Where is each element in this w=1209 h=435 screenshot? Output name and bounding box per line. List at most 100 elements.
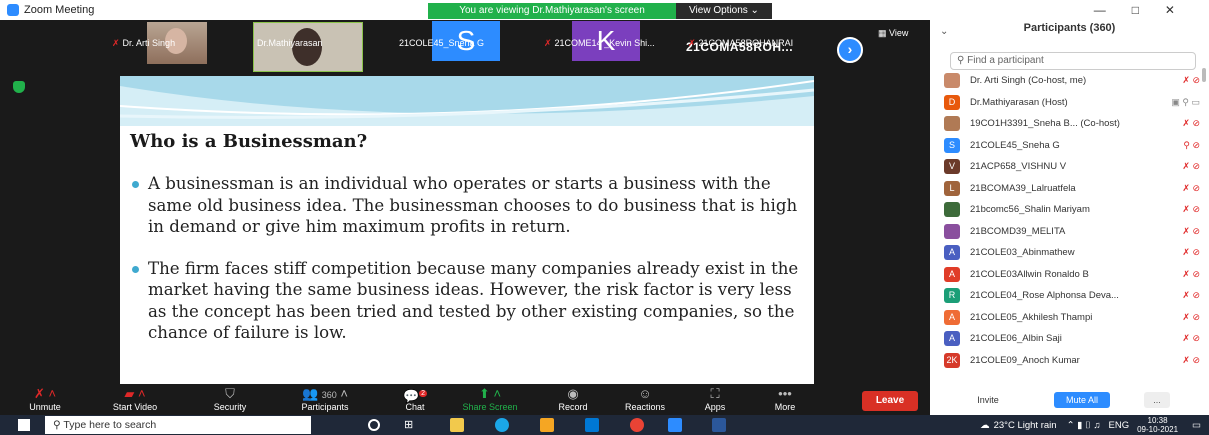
participant-row[interactable]: 21BCOMD39_MELITA ✗ ⊘ [944, 221, 1200, 243]
participant-name: 21COLE04_Rose Alphonsa Deva... [970, 290, 1119, 302]
participant-row[interactable]: R 21COLE04_Rose Alphonsa Deva... ✗ ⊘ [944, 285, 1200, 307]
mic-video-status-icon[interactable]: ✗ ⊘ [1160, 290, 1200, 301]
mic-muted-icon: ✗ [544, 38, 552, 48]
mic-video-status-icon[interactable]: ▣ ⚲ ▭ [1160, 97, 1200, 108]
participants-button[interactable]: 👥 360 ˄ Participants [285, 385, 365, 415]
mic-video-status-icon[interactable]: ✗ ⊘ [1160, 226, 1200, 237]
mic-video-status-icon[interactable]: ✗ ⊘ [1160, 355, 1200, 366]
participant-search-input[interactable]: ⚲ Find a participant [950, 52, 1196, 70]
panel-more-button[interactable]: ... [1144, 392, 1170, 408]
word-icon[interactable] [712, 418, 726, 432]
share-screen-icon: ⬆ ˄ [478, 386, 502, 401]
record-icon: ◉ [567, 386, 579, 401]
thumb-label-1: ✗ Dr. Arti Singh [112, 38, 176, 48]
participant-name: 21COLE03Allwin Ronaldo B [970, 268, 1089, 280]
avatar [944, 202, 960, 218]
thumb-label-2: Dr.Mathiyarasan [257, 38, 323, 48]
mic-off-icon: ✗ ˄ [33, 386, 57, 401]
participant-name: 21ACP658_VISHNU V [970, 161, 1067, 173]
participant-row[interactable]: 2K 21COLE09_Anoch Kumar ✗ ⊘ [944, 350, 1200, 372]
window-controls[interactable]: —□✕ [1094, 3, 1201, 17]
more-button[interactable]: ••• More [765, 385, 805, 415]
tray-icons[interactable]: ⌃ ▮ ⌷ ♫ [1067, 420, 1101, 431]
language-indicator[interactable]: ENG [1109, 420, 1130, 431]
window-title: Zoom Meeting [24, 4, 95, 16]
participant-row[interactable]: V 21ACP658_VISHNU V ✗ ⊘ [944, 156, 1200, 178]
participant-row[interactable]: 21bcomc56_Shalin Mariyam ✗ ⊘ [944, 199, 1200, 221]
participant-name: 21COLE09_Anoch Kumar [970, 354, 1080, 366]
next-page-button[interactable]: › [837, 37, 863, 63]
mic-video-status-icon[interactable]: ✗ ⊘ [1160, 118, 1200, 129]
mail-icon[interactable] [585, 418, 599, 432]
participant-name: 21COLE03_Abinmathew [970, 247, 1075, 259]
avatar: A [944, 309, 960, 325]
mic-video-status-icon[interactable]: ✗ ⊘ [1160, 312, 1200, 323]
avatar [944, 116, 960, 132]
participant-row[interactable]: A 21COLE03_Abinmathew ✗ ⊘ [944, 242, 1200, 264]
invite-button[interactable]: Invite [970, 392, 1006, 408]
store-icon[interactable] [540, 418, 554, 432]
task-view-icon[interactable]: ⊞ [404, 418, 418, 432]
mic-video-status-icon[interactable]: ✗ ⊘ [1160, 75, 1200, 86]
presentation-slide: Who is a Businessman? A businessman is a… [120, 76, 814, 384]
slide-bullets: A businessman is an individual who opera… [132, 173, 802, 364]
leave-button[interactable]: Leave [862, 391, 918, 411]
participant-row[interactable]: A 21COLE06_Albin Saji ✗ ⊘ [944, 328, 1200, 350]
avatar: L [944, 180, 960, 196]
mic-video-status-icon[interactable]: ✗ ⊘ [1160, 204, 1200, 215]
view-button[interactable]: ▦ View [878, 28, 908, 39]
mic-video-status-icon[interactable]: ⚲ ⊘ [1160, 140, 1200, 151]
participant-name: 21COLE06_Albin Saji [970, 333, 1062, 345]
more-icon: ••• [778, 386, 792, 401]
mic-video-status-icon[interactable]: ✗ ⊘ [1160, 269, 1200, 280]
mic-video-status-icon[interactable]: ✗ ⊘ [1160, 247, 1200, 258]
participants-title: Participants (360) [1023, 22, 1116, 34]
windows-taskbar: ⚲ Type here to search ⊞ ☁ 23°C Light rai… [0, 415, 1209, 435]
participant-row[interactable]: S 21COLE45_Sneha G ⚲ ⊘ [944, 135, 1200, 157]
clock[interactable]: 10:38 09-10-2021 [1137, 416, 1178, 434]
thumb-label-3: 21COLE45_Sneha G [399, 38, 485, 48]
windows-start-icon[interactable] [18, 419, 30, 431]
meeting-toolbar: ✗ ˄ Unmute ▰ ˄ Start Video ⛉ Security 👥 360… [0, 385, 930, 415]
mic-video-status-icon[interactable]: ✗ ⊘ [1160, 333, 1200, 344]
record-button[interactable]: ◉ Record [548, 385, 598, 415]
file-explorer-icon[interactable] [450, 418, 464, 432]
weather-icon: ☁ [980, 419, 990, 431]
mute-all-button[interactable]: Mute All [1054, 392, 1110, 408]
avatar: V [944, 159, 960, 175]
taskbar-search-input[interactable]: ⚲ Type here to search [45, 416, 311, 434]
notification-icon[interactable]: ▭ [1192, 420, 1201, 431]
participant-name: 21COLE05_Akhilesh Thampi [970, 311, 1093, 323]
unmute-button[interactable]: ✗ ˄ Unmute [20, 385, 70, 415]
apps-button[interactable]: ⛶ Apps [695, 385, 735, 415]
avatar: 2K [944, 352, 960, 368]
share-screen-button[interactable]: ⬆ ˄ Share Screen [455, 385, 525, 415]
participant-row[interactable]: D Dr.Mathiyarasan (Host) ▣ ⚲ ▭ [944, 92, 1200, 114]
chat-button[interactable]: 💬 2 Chat [395, 385, 435, 415]
chrome-icon[interactable] [630, 418, 644, 432]
participant-list: Dr. Arti Singh (Co-host, me) ✗ ⊘ D Dr.Mathi… [944, 70, 1200, 371]
avatar [944, 73, 960, 89]
start-video-button[interactable]: ▰ ˄ Start Video [95, 385, 175, 415]
participant-row[interactable]: A 21COLE05_Akhilesh Thampi ✗ ⊘ [944, 307, 1200, 329]
weather-text[interactable]: 23°C Light rain [994, 420, 1057, 431]
cortana-icon[interactable] [368, 419, 380, 431]
zoom-app-icon [7, 4, 19, 16]
security-button[interactable]: ⛉ Security [200, 385, 260, 415]
avatar: D [944, 94, 960, 110]
participant-row[interactable]: Dr. Arti Singh (Co-host, me) ✗ ⊘ [944, 70, 1200, 92]
participant-row[interactable]: A 21COLE03Allwin Ronaldo B ✗ ⊘ [944, 264, 1200, 286]
participant-row[interactable]: L 21BCOMA39_Lalruatfela ✗ ⊘ [944, 178, 1200, 200]
shield-icon: ⛉ [225, 386, 235, 401]
participant-name: 19CO1H3391_Sneha B... (Co-host) [970, 118, 1120, 130]
participants-icon: 👥 360 ˄ [301, 386, 349, 401]
zoom-taskbar-icon[interactable] [668, 418, 682, 432]
participant-name: 21BCOMD39_MELITA [970, 225, 1066, 237]
mic-video-status-icon[interactable]: ✗ ⊘ [1160, 183, 1200, 194]
participant-row[interactable]: 19CO1H3391_Sneha B... (Co-host) ✗ ⊘ [944, 113, 1200, 135]
edge-icon[interactable] [495, 418, 509, 432]
chat-badge: 2 [419, 390, 428, 397]
mic-video-status-icon[interactable]: ✗ ⊘ [1160, 161, 1200, 172]
reactions-button[interactable]: ☺ Reactions [615, 385, 675, 415]
panel-scrollbar[interactable] [1202, 68, 1206, 82]
